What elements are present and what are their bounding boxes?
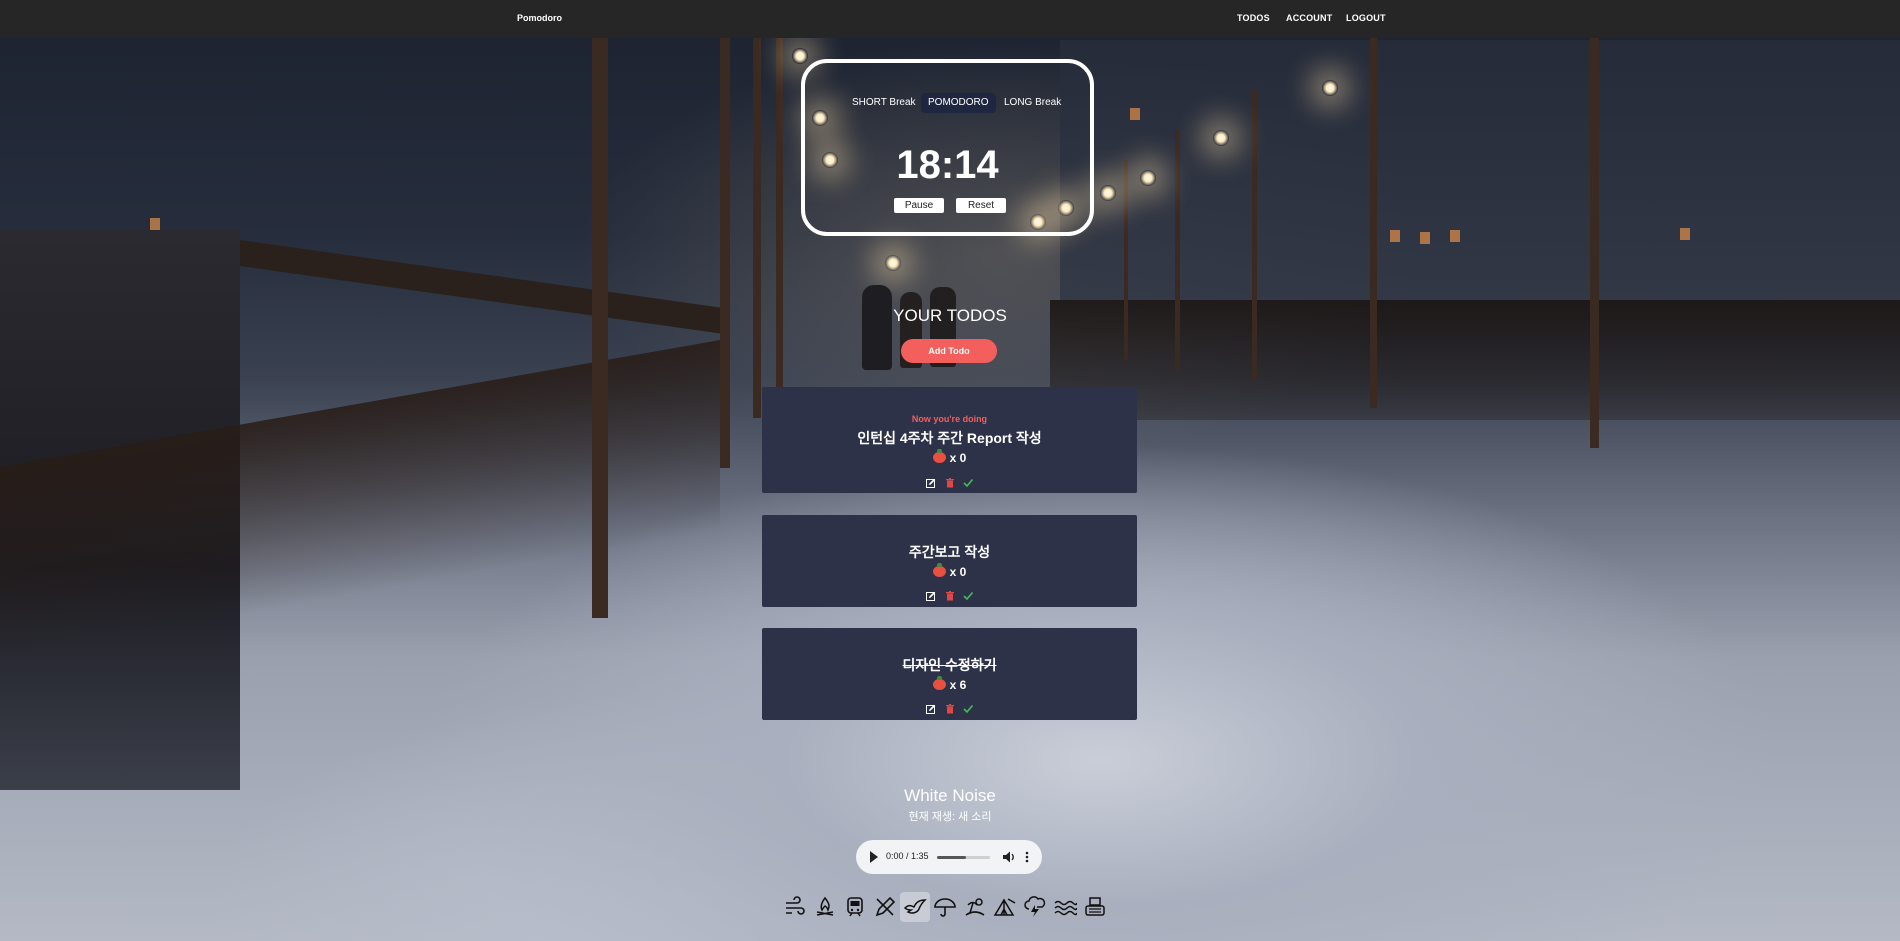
todo-title: 주간보고 작성	[908, 544, 991, 560]
background-person	[862, 285, 892, 370]
volume-icon[interactable]	[1002, 850, 1016, 864]
todo-actions	[762, 700, 1137, 718]
background-window	[1130, 108, 1140, 120]
audio-time: 0:00 / 1:35	[886, 851, 929, 861]
background-lamp	[1322, 80, 1338, 96]
mode-short-break[interactable]: SHORT Break	[845, 93, 923, 113]
todos-heading: YOUR TODOS	[893, 306, 1007, 325]
pomodoro-timer-panel: SHORT Break POMODORO LONG Break 18:14 Pa…	[801, 59, 1094, 236]
umbrella-icon[interactable]	[930, 892, 960, 922]
white-noise-heading: White Noise	[904, 786, 996, 805]
background-lamp	[792, 48, 808, 64]
todo-card[interactable]: 디자인 수정하기 x 6	[762, 628, 1137, 720]
nav-link-logout[interactable]: LOGOUT	[1346, 13, 1386, 23]
background-lamp	[1213, 130, 1229, 146]
now-playing-label: 현재 재생: 새 소리	[908, 811, 992, 823]
thunder-icon[interactable]	[1020, 892, 1050, 922]
pomodoro-count-value: x 0	[949, 565, 967, 579]
campfire-icon[interactable]	[810, 892, 840, 922]
nav-link-account[interactable]: ACCOUNT	[1286, 13, 1332, 23]
background-window	[1680, 228, 1690, 240]
delete-icon[interactable]	[945, 590, 955, 601]
pause-button[interactable]: Pause	[894, 198, 944, 213]
background-post	[720, 38, 730, 468]
beach-icon[interactable]	[960, 892, 990, 922]
todo-title-completed: 디자인 수정하기	[902, 657, 997, 673]
volume-slider-fill	[937, 856, 967, 859]
now-doing-label: Now you're doing	[911, 414, 988, 424]
bird-icon[interactable]	[900, 892, 930, 922]
background-window	[150, 218, 160, 230]
reset-button[interactable]: Reset	[956, 198, 1006, 213]
volume-slider[interactable]	[937, 856, 990, 859]
pomodoro-count-value: x 0	[949, 451, 967, 465]
background-lamp	[1100, 185, 1116, 201]
background-post	[592, 38, 608, 618]
tomato-icon	[932, 676, 946, 690]
more-options-icon[interactable]	[1024, 850, 1030, 864]
complete-check-icon[interactable]	[963, 478, 973, 488]
pomodoro-count: x 6	[762, 676, 1137, 692]
todo-actions	[762, 587, 1137, 605]
pencil-icon[interactable]	[870, 892, 900, 922]
typewriter-icon[interactable]	[1080, 892, 1110, 922]
mode-pomodoro[interactable]: POMODORO	[921, 93, 996, 113]
mode-long-break[interactable]: LONG Break	[997, 93, 1068, 113]
background-window	[1420, 232, 1430, 244]
background-window	[1450, 230, 1460, 242]
background-post	[1124, 160, 1128, 360]
add-todo-button[interactable]: Add Todo	[901, 339, 997, 363]
complete-check-icon[interactable]	[963, 704, 973, 714]
background-post	[1370, 38, 1377, 408]
delete-icon[interactable]	[945, 703, 955, 714]
background-post	[776, 38, 783, 388]
edit-icon[interactable]	[926, 704, 936, 714]
background-post	[1252, 90, 1257, 380]
audio-player: 0:00 / 1:35	[856, 840, 1042, 874]
background-lamp	[1140, 170, 1156, 186]
background-window	[1390, 230, 1400, 242]
tomato-icon	[932, 563, 946, 577]
train-icon[interactable]	[840, 892, 870, 922]
background-post	[1175, 130, 1180, 370]
pomodoro-count: x 0	[762, 449, 1137, 465]
background-lamp	[885, 255, 901, 271]
waves-icon[interactable]	[1050, 892, 1080, 922]
top-navbar: Pomodoro TODOS ACCOUNT LOGOUT	[0, 0, 1900, 38]
background-post	[1590, 38, 1599, 448]
todo-card[interactable]: Now you're doing 인턴십 4주차 주간 Report 작성 x …	[762, 387, 1137, 493]
pomodoro-count-value: x 6	[949, 678, 967, 692]
pomodoro-count: x 0	[762, 563, 1137, 579]
timer-display: 18:14	[896, 143, 999, 187]
edit-icon[interactable]	[926, 591, 936, 601]
nav-link-todos[interactable]: TODOS	[1237, 13, 1270, 23]
background-buildings	[1060, 40, 1900, 300]
play-icon[interactable]	[870, 851, 878, 863]
wind-icon[interactable]	[780, 892, 810, 922]
todo-actions	[762, 474, 1137, 492]
brand-logo[interactable]: Pomodoro	[517, 13, 562, 23]
camping-icon[interactable]	[990, 892, 1020, 922]
tomato-icon	[932, 449, 946, 463]
todo-title: 인턴십 4주차 주간 Report 작성	[857, 430, 1042, 446]
background-post	[753, 38, 761, 418]
edit-icon[interactable]	[926, 478, 936, 488]
complete-check-icon[interactable]	[963, 591, 973, 601]
todo-card[interactable]: 주간보고 작성 x 0	[762, 515, 1137, 607]
delete-icon[interactable]	[945, 477, 955, 488]
